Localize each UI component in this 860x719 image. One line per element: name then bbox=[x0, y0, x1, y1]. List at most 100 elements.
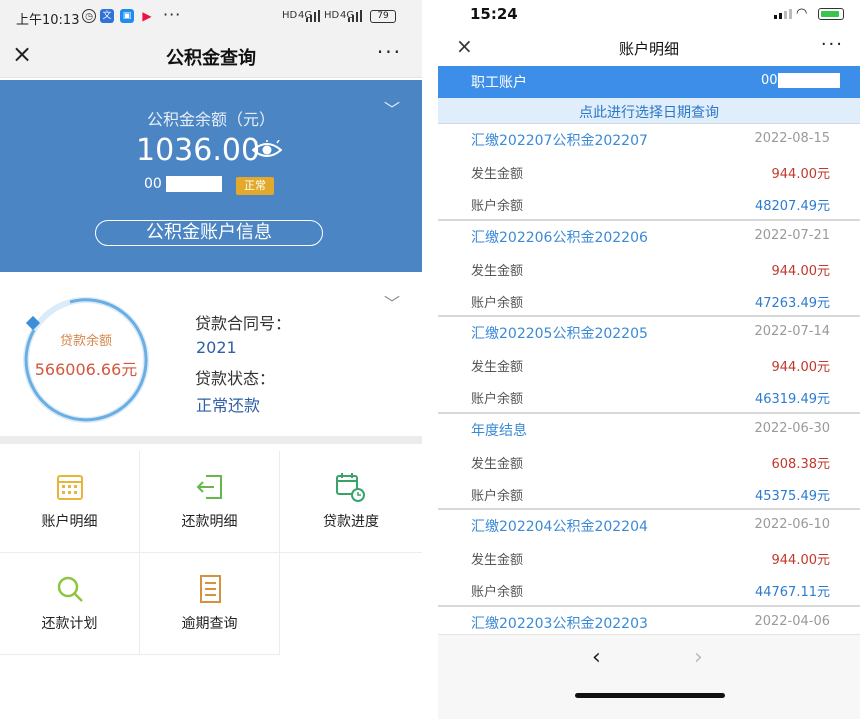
list-item: 汇缴202206公积金202206 2022-07-21 发生金额 944.00… bbox=[438, 221, 860, 317]
signal-icon bbox=[306, 10, 320, 22]
entry-amount: 944.00元 bbox=[771, 263, 831, 279]
account-redaction bbox=[166, 176, 222, 192]
loan-card: ﹀ 贷款余额 566006.66元 贷款合同号： 2021 贷款状态： 正常还款 bbox=[0, 272, 422, 444]
amount-label: 发生金额 bbox=[471, 263, 524, 279]
wifi-icon: ◠ bbox=[796, 6, 808, 21]
amount-label: 发生金额 bbox=[471, 553, 524, 568]
loan-balance-label: 贷款余额 bbox=[59, 334, 112, 349]
entry-title: 汇缴202207公积金202207 bbox=[471, 133, 648, 149]
entry-date: 2022-08-15 bbox=[754, 131, 830, 146]
left-phone-screen: 上午10:13 ◷ 文 ▣ ▶ ··· HD 4G HD 4G 79 × 公积金… bbox=[0, 0, 422, 719]
list-item: 汇缴202203公积金202203 2022-04-06 bbox=[438, 607, 860, 635]
balance-label: 账户余额 bbox=[471, 392, 524, 407]
transaction-list: 汇缴202207公积金202207 2022-08-15 发生金额 944.00… bbox=[438, 124, 860, 634]
status-time-2: 15:24 bbox=[470, 5, 518, 23]
entry-title: 年度结息 bbox=[471, 422, 527, 439]
home-indicator[interactable] bbox=[575, 693, 725, 698]
grid-item-account-detail[interactable]: 账户明细 bbox=[0, 451, 140, 553]
list-item: 汇缴202205公积金202205 2022-07-14 发生金额 944.00… bbox=[438, 317, 860, 414]
function-grid: 账户明细 还款明细 贷款进度 还款计划 逾期查询 bbox=[0, 451, 422, 655]
account-number: 00 bbox=[144, 176, 162, 192]
balance-label: 公积金余额（元） bbox=[146, 110, 275, 129]
entry-title: 汇缴202206公积金202206 bbox=[471, 229, 648, 246]
calendar-clock-icon bbox=[336, 473, 365, 502]
loan-status-value: 正常还款 bbox=[196, 396, 261, 415]
balance-amount: 1036.00 bbox=[136, 133, 261, 168]
contract-value: 2021 bbox=[196, 338, 237, 357]
page-title-2: 账户明细 bbox=[618, 40, 679, 58]
calendar-icon bbox=[57, 475, 83, 500]
more-notifications-icon: ··· bbox=[163, 5, 182, 24]
entry-title: 汇缴202203公积金202203 bbox=[471, 615, 648, 632]
battery-icon: 79 bbox=[370, 10, 396, 23]
battery-icon-2 bbox=[818, 8, 844, 20]
battery-level bbox=[821, 11, 839, 17]
back-button[interactable]: ‹ bbox=[592, 645, 601, 670]
screenshot-composite: 上午10:13 ◷ 文 ▣ ▶ ··· HD 4G HD 4G 79 × 公积金… bbox=[0, 0, 860, 719]
entry-amount: 944.00元 bbox=[771, 553, 831, 568]
list-item: 年度结息 2022-06-30 发生金额 608.38元 账户余额 45375.… bbox=[438, 414, 860, 510]
nav-bar: × 公积金查询 ··· bbox=[0, 34, 422, 78]
status-badge: 正常 bbox=[236, 177, 274, 195]
chevron-down-icon-2[interactable]: ﹀ bbox=[384, 290, 400, 314]
grid-item-repayment-detail[interactable]: 还款明细 bbox=[140, 451, 280, 553]
page-title: 公积金查询 bbox=[166, 48, 256, 69]
loan-status-label: 贷款状态： bbox=[195, 369, 276, 388]
entry-balance: 47263.49元 bbox=[754, 295, 830, 311]
grid-item-loan-progress[interactable]: 贷款进度 bbox=[280, 451, 422, 553]
entry-date: 2022-06-30 bbox=[754, 420, 830, 436]
entry-title: 汇缴202205公积金202205 bbox=[471, 326, 648, 342]
account-type-label: 职工账户 bbox=[471, 75, 527, 91]
more-menu-icon[interactable]: ··· bbox=[377, 40, 402, 64]
grid-item-label: 贷款进度 bbox=[323, 514, 379, 530]
status-bar: 上午10:13 ◷ 文 ▣ ▶ ··· HD 4G HD 4G 79 bbox=[0, 0, 422, 34]
entry-amount: 944.00元 bbox=[771, 360, 831, 375]
status-time: 上午10:13 bbox=[16, 13, 80, 28]
status-bar-2: 15:24 ◠ bbox=[438, 0, 860, 30]
divider-gap bbox=[422, 0, 438, 719]
list-item: 汇缴202204公积金202204 2022-06-10 发生金额 944.00… bbox=[438, 510, 860, 607]
app-icon: ▣ bbox=[120, 9, 134, 23]
balance-label: 账户余额 bbox=[471, 295, 524, 311]
date-query-link[interactable]: 点此进行选择日期查询 bbox=[438, 102, 860, 122]
account-number-2: 00 bbox=[761, 73, 778, 88]
entry-balance: 46319.49元 bbox=[754, 392, 830, 407]
balance-card: ﹀ 公积金余额（元） 1036.00 00 正常 公积金账户信息 bbox=[0, 80, 422, 272]
grid-item-repayment-plan[interactable]: 还款计划 bbox=[0, 553, 140, 655]
entry-date: 2022-07-21 bbox=[754, 227, 830, 243]
grid-item-label: 还款明细 bbox=[181, 514, 238, 530]
grid-item-label: 还款计划 bbox=[41, 616, 98, 632]
balance-label: 账户余额 bbox=[471, 488, 524, 504]
account-bar: 职工账户 00 bbox=[438, 66, 860, 98]
right-phone-screen: 15:24 ◠ × 账户明细 ··· 职工账户 00 点此进行选择日期查询 汇缴… bbox=[438, 0, 860, 719]
grid-item-label: 账户明细 bbox=[41, 514, 98, 530]
entry-date: 2022-07-14 bbox=[754, 324, 830, 339]
list-item: 汇缴202207公积金202207 2022-08-15 发生金额 944.00… bbox=[438, 124, 860, 221]
play-icon: ▶ bbox=[142, 9, 152, 23]
signal-icon-2 bbox=[348, 10, 362, 22]
search-icon bbox=[57, 576, 83, 602]
loan-balance-amount: 566006.66元 bbox=[34, 360, 138, 379]
balance-label: 账户余额 bbox=[471, 585, 524, 600]
amount-label: 发生金额 bbox=[471, 167, 524, 182]
contract-label: 贷款合同号： bbox=[195, 314, 292, 333]
hd-icon: HD bbox=[282, 10, 298, 21]
eye-icon[interactable] bbox=[252, 140, 282, 160]
account-redaction-2 bbox=[778, 73, 840, 88]
entry-balance: 44767.11元 bbox=[754, 585, 830, 600]
account-info-button[interactable]: 公积金账户信息 bbox=[95, 220, 323, 246]
amount-label: 发生金额 bbox=[471, 456, 524, 472]
document-icon bbox=[200, 575, 221, 603]
hd-icon-2: HD bbox=[324, 10, 340, 21]
entry-title: 汇缴202204公积金202204 bbox=[471, 519, 648, 535]
export-icon bbox=[196, 475, 222, 499]
entry-amount: 608.38元 bbox=[771, 456, 831, 472]
date-query-bar[interactable]: 点此进行选择日期查询 bbox=[438, 98, 860, 124]
entry-amount: 944.00元 bbox=[771, 167, 831, 182]
grid-item-overdue-query[interactable]: 逾期查询 bbox=[140, 553, 280, 655]
entry-balance: 48207.49元 bbox=[754, 199, 830, 214]
entry-date: 2022-04-06 bbox=[754, 613, 830, 629]
forward-button[interactable]: › bbox=[694, 645, 703, 670]
grid-item-label: 逾期查询 bbox=[181, 616, 238, 632]
more-menu-icon-2[interactable]: ··· bbox=[821, 34, 844, 55]
